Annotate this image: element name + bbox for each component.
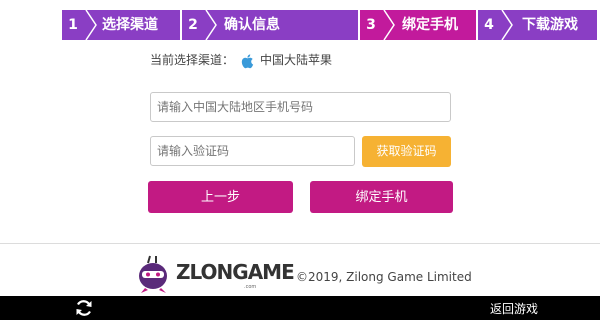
bind-phone-button[interactable]: 绑定手机 — [310, 181, 453, 213]
apple-icon — [241, 54, 254, 69]
step-progress-bar: 1 选择渠道 2 确认信息 3 绑定手机 4 下载游戏 — [62, 10, 597, 40]
step-label: 确认信息 — [224, 17, 280, 33]
step-number: 3 — [366, 17, 376, 33]
channel-label: 当前选择渠道： — [150, 53, 235, 67]
step-number: 1 — [68, 17, 78, 33]
verification-code-input[interactable] — [150, 136, 355, 166]
channel-name: 中国大陆苹果 — [260, 53, 333, 67]
step-download-game: 4 下载游戏 — [478, 10, 597, 40]
previous-step-button[interactable]: 上一步 — [148, 181, 293, 213]
refresh-icon[interactable] — [74, 298, 94, 318]
bottom-bar: 返回游戏 — [0, 296, 600, 320]
get-verification-code-button[interactable]: 获取验证码 — [362, 136, 451, 167]
mascot-icon — [139, 255, 167, 293]
step-select-channel: 1 选择渠道 — [62, 10, 180, 40]
copyright-text: ©2019, Zilong Game Limited — [296, 270, 472, 284]
step-confirm-info: 2 确认信息 — [182, 10, 358, 40]
chevron-right-icon — [205, 10, 217, 40]
zlongame-logo: ZLONGAME .com — [136, 254, 295, 294]
step-bind-phone: 3 绑定手机 — [360, 10, 476, 40]
phone-number-input[interactable] — [150, 92, 451, 122]
step-label: 下载游戏 — [522, 17, 578, 33]
return-to-game-link[interactable]: 返回游戏 — [490, 300, 538, 317]
chevron-right-icon — [501, 10, 513, 40]
chevron-right-icon — [383, 10, 395, 40]
step-label: 绑定手机 — [402, 17, 458, 33]
chevron-right-icon — [85, 10, 97, 40]
step-number: 2 — [188, 17, 198, 33]
step-label: 选择渠道 — [102, 17, 158, 33]
logo-domain: .com — [244, 284, 257, 290]
step-number: 4 — [484, 17, 494, 33]
footer-divider — [0, 243, 600, 244]
logo-text: ZLONGAME — [176, 260, 295, 284]
